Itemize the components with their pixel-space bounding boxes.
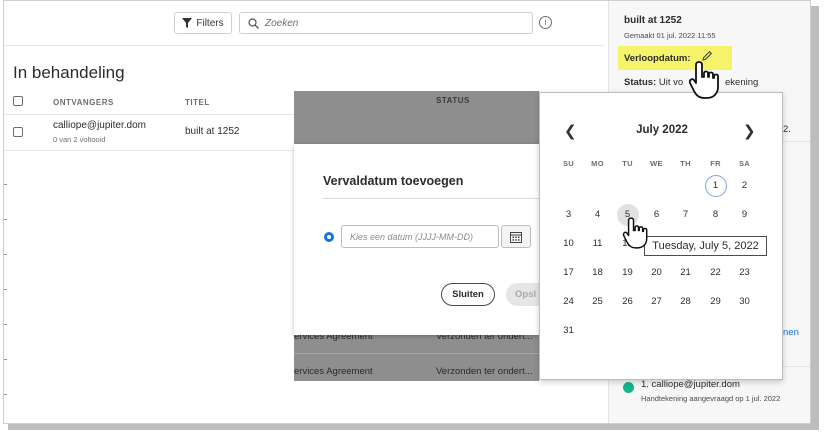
- row-status: Verzonden ter ondert...: [436, 366, 533, 377]
- calendar-day[interactable]: 30: [730, 290, 759, 314]
- calendar-day[interactable]: 27: [642, 290, 671, 314]
- weekday-header: TH: [680, 159, 691, 168]
- weekday-header: MO: [591, 159, 604, 168]
- toolbar-divider: [4, 45, 604, 46]
- calendar-day[interactable]: 4: [583, 203, 612, 227]
- column-header-status: STATUS: [436, 96, 470, 105]
- calendar-day[interactable]: 20: [642, 261, 671, 285]
- row-tick: [4, 289, 7, 290]
- select-all-checkbox[interactable]: [13, 96, 23, 106]
- calendar-day[interactable]: 9: [730, 203, 759, 227]
- search-input[interactable]: Zoeken: [239, 12, 533, 34]
- calendar-day[interactable]: 21: [671, 261, 700, 285]
- signer-status-dot: [623, 382, 634, 393]
- row-progress: 0 van 2 voltooid: [53, 135, 106, 144]
- status-label: Status:: [624, 77, 657, 88]
- row-tick: [4, 394, 7, 395]
- hand-cursor-icon: [622, 217, 648, 249]
- filters-button[interactable]: Filters: [174, 12, 232, 34]
- signer-email: 1. calliope@jupiter.dom: [641, 379, 740, 390]
- date-tooltip: Tuesday, July 5, 2022: [644, 236, 767, 256]
- row-tick: [4, 219, 7, 220]
- weekday-header: SA: [738, 159, 751, 168]
- row-tick: [4, 184, 7, 185]
- row-title: ervices Agreement: [294, 366, 373, 377]
- expiration-date-dialog: Vervaldatum toevoegen Kies een datum (JJ…: [294, 144, 556, 335]
- calendar-day[interactable]: 17: [554, 261, 583, 285]
- search-placeholder: Zoeken: [265, 17, 299, 29]
- row-recipient: calliope@jupiter.dom: [53, 120, 146, 131]
- weekday-header: SU: [562, 159, 575, 168]
- app-window: Filters Zoeken i In behandeling ONTVANGE…: [3, 0, 811, 424]
- row-tick: [4, 254, 7, 255]
- calendar-day[interactable]: 26: [613, 290, 642, 314]
- hand-cursor-icon: [688, 61, 719, 99]
- date-input[interactable]: Kies een datum (JJJJ-MM-DD): [341, 225, 499, 248]
- calendar-day[interactable]: 7: [671, 203, 700, 227]
- status-value: Uit vo: [658, 77, 684, 88]
- search-icon: [248, 17, 259, 29]
- page-title: In behandeling: [13, 63, 125, 82]
- date-radio[interactable]: [324, 232, 334, 242]
- column-header-title[interactable]: TITEL: [185, 98, 210, 107]
- calendar-day[interactable]: 8: [701, 203, 730, 227]
- date-placeholder: Kies een datum (JJJJ-MM-DD): [350, 231, 474, 242]
- calendar-day[interactable]: 11: [583, 232, 612, 256]
- calendar-day[interactable]: 18: [583, 261, 612, 285]
- expiration-label[interactable]: Verloopdatum:: [624, 53, 691, 64]
- calendar-icon: [510, 231, 522, 243]
- calendar-day[interactable]: 2: [730, 174, 759, 198]
- status-value-tail: ekening: [725, 77, 759, 88]
- calendar-button[interactable]: [501, 225, 531, 248]
- calendar-day[interactable]: 31: [554, 319, 583, 343]
- filters-label: Filters: [196, 17, 224, 29]
- calendar-day[interactable]: 29: [701, 290, 730, 314]
- agreement-title: built at 1252: [624, 15, 682, 26]
- calendar-day[interactable]: 10: [554, 232, 583, 256]
- panel-link[interactable]: nen: [783, 327, 799, 338]
- close-button[interactable]: Sluiten: [441, 283, 495, 306]
- calendar-day[interactable]: 23: [730, 261, 759, 285]
- calendar-day[interactable]: 1: [701, 174, 730, 198]
- column-header-recipients[interactable]: ONTVANGERS: [53, 98, 114, 107]
- calendar-day[interactable]: 22: [701, 261, 730, 285]
- calendar-day[interactable]: 3: [554, 203, 583, 227]
- calendar-day[interactable]: 25: [583, 290, 612, 314]
- row-tick: [4, 324, 7, 325]
- row-tick: [4, 359, 7, 360]
- calendar-day[interactable]: 24: [554, 290, 583, 314]
- weekday-header: TU: [622, 159, 633, 168]
- filter-icon: [182, 18, 193, 28]
- signer-requested: Handtekening aangevraagd op 1 jul. 2022: [641, 394, 781, 403]
- row-checkbox[interactable]: [13, 127, 23, 137]
- dialog-divider: [323, 198, 539, 199]
- status-row: Status: Uit vo: [624, 77, 683, 88]
- weekday-header: FR: [710, 159, 721, 168]
- next-month-button[interactable]: ❯: [743, 122, 756, 140]
- info-icon[interactable]: i: [539, 16, 552, 29]
- calendar-day[interactable]: 28: [671, 290, 700, 314]
- weekday-header: WE: [650, 159, 663, 168]
- row-divider: [294, 353, 539, 354]
- dialog-title: Vervaldatum toevoegen: [323, 174, 464, 188]
- calendar-day[interactable]: 19: [613, 261, 642, 285]
- row-title: built at 1252: [185, 126, 240, 137]
- panel-fragment: 2.: [783, 124, 791, 135]
- created-date: Gemaakt 01 jul. 2022 11:55: [624, 31, 716, 40]
